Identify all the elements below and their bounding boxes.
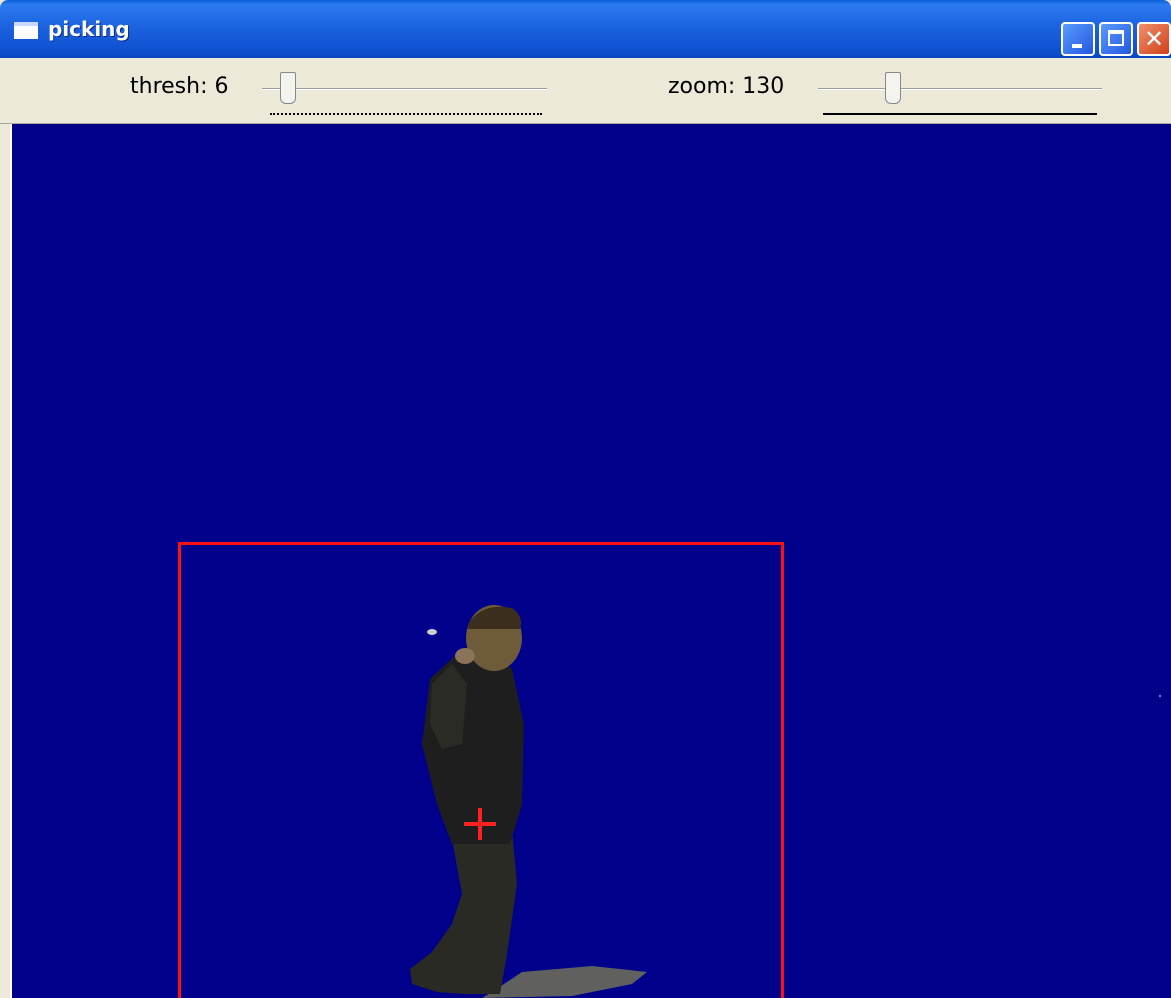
maximize-button[interactable] <box>1099 22 1133 56</box>
crosshair-marker <box>464 808 496 840</box>
window-icon[interactable] <box>14 22 38 39</box>
minimize-button[interactable] <box>1061 22 1095 56</box>
close-icon: ✕ <box>1143 25 1165 53</box>
zoom-track[interactable] <box>818 88 1102 90</box>
title-bar[interactable]: picking ✕ <box>0 0 1171 58</box>
zoom-underline <box>823 113 1097 115</box>
zoom-label: zoom: 130 <box>668 74 785 99</box>
thresh-focus-line <box>270 113 542 115</box>
thresh-label: thresh: 6 <box>130 74 229 99</box>
zoom-slider-thumb[interactable] <box>885 72 901 104</box>
thresh-track[interactable] <box>262 88 547 90</box>
window-title: picking <box>48 17 130 41</box>
selection-box <box>178 542 784 998</box>
trackbar-toolbar: thresh: 6 zoom: 130 <box>0 58 1171 124</box>
close-button[interactable]: ✕ <box>1137 22 1171 56</box>
thresh-slider-thumb[interactable] <box>280 72 296 104</box>
image-viewport[interactable] <box>10 124 1171 998</box>
